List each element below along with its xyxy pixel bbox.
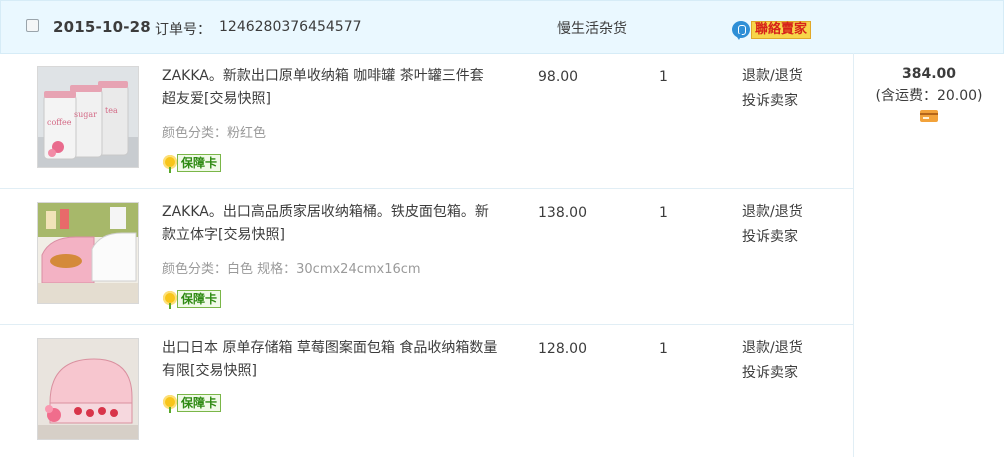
product-price: 98.00 xyxy=(538,69,579,85)
total-amount: 384.00 xyxy=(901,66,957,82)
strawberry-bread-box-image xyxy=(38,339,138,439)
chat-bubble-icon xyxy=(732,21,750,40)
order-number-label: 订单号： xyxy=(155,22,211,38)
product-price: 138.00 xyxy=(538,205,587,221)
order-date: 2015-10-28 xyxy=(53,18,151,36)
shipping-fee-note: (含运费：20.00) xyxy=(875,88,983,104)
credit-card-icon[interactable] xyxy=(920,110,938,122)
svg-text:sugar: sugar xyxy=(74,110,97,119)
order-number: 1246280376454577 xyxy=(219,19,362,35)
bread-bin-image xyxy=(38,203,138,303)
product-quantity: 1 xyxy=(659,205,668,221)
product-thumbnail[interactable] xyxy=(37,338,139,440)
order-select-checkbox[interactable] xyxy=(26,19,39,32)
product-sku: 颜色分类：白色 规格：30cmx24cmx16cm xyxy=(162,262,421,277)
complain-seller-link[interactable]: 投诉卖家 xyxy=(742,89,803,114)
order-item-row: ZAKKA。出口高品质家居收纳箱桶。铁皮面包箱。新款立体字[交易快照] 颜色分类… xyxy=(0,189,853,324)
svg-text:coffee: coffee xyxy=(47,118,72,127)
item-actions: 退款/退货 投诉卖家 xyxy=(742,64,803,114)
flower-icon xyxy=(163,395,177,413)
order-card: 2015-10-28 订单号： 1246280376454577 慢生活杂货 聯… xyxy=(0,0,1004,457)
refund-return-link[interactable]: 退款/退货 xyxy=(742,336,803,361)
refund-return-link[interactable]: 退款/退货 xyxy=(742,64,803,89)
product-thumbnail[interactable] xyxy=(37,202,139,304)
product-quantity: 1 xyxy=(659,341,668,357)
item-actions: 退款/退货 投诉卖家 xyxy=(742,200,803,250)
refund-return-link[interactable]: 退款/退货 xyxy=(742,200,803,225)
guarantee-card-label: 保障卡 xyxy=(177,154,222,172)
product-quantity: 1 xyxy=(659,69,668,85)
product-title-link[interactable]: ZAKKA。新款出口原单收纳箱 咖啡罐 茶叶罐三件套 超友爱[交易快照] xyxy=(162,65,502,111)
item-actions: 退款/退货 投诉卖家 xyxy=(742,336,803,386)
product-title-link[interactable]: 出口日本 原单存储箱 草莓图案面包箱 食品收纳箱数量有限[交易快照] xyxy=(162,337,502,383)
order-item-row: 出口日本 原单存储箱 草莓图案面包箱 食品收纳箱数量有限[交易快照] 保障卡 1… xyxy=(0,325,853,457)
order-header: 2015-10-28 订单号： 1246280376454577 慢生活杂货 聯… xyxy=(0,0,1004,54)
guarantee-card-label: 保障卡 xyxy=(177,394,222,412)
complain-seller-link[interactable]: 投诉卖家 xyxy=(742,361,803,386)
product-sku: 颜色分类：粉红色 xyxy=(162,126,267,141)
order-total: 384.00 (含运费：20.00) xyxy=(854,66,1004,122)
canister-set-image: coffee sugar tea xyxy=(38,67,138,167)
product-title-link[interactable]: ZAKKA。出口高品质家居收纳箱桶。铁皮面包箱。新款立体字[交易快照] xyxy=(162,201,502,247)
svg-text:tea: tea xyxy=(105,106,118,115)
flower-icon xyxy=(163,155,177,173)
complain-seller-link[interactable]: 投诉卖家 xyxy=(742,225,803,250)
contact-seller-label: 聯絡賣家 xyxy=(751,21,812,39)
product-thumbnail[interactable]: coffee sugar tea xyxy=(37,66,139,168)
flower-icon xyxy=(163,291,177,309)
product-price: 128.00 xyxy=(538,341,587,357)
guarantee-card-label: 保障卡 xyxy=(177,290,222,308)
order-item-row: coffee sugar tea ZAKKA。新款出口原单收纳箱 咖啡罐 茶叶罐… xyxy=(0,53,853,188)
shop-name-link[interactable]: 慢生活杂货 xyxy=(557,18,627,38)
